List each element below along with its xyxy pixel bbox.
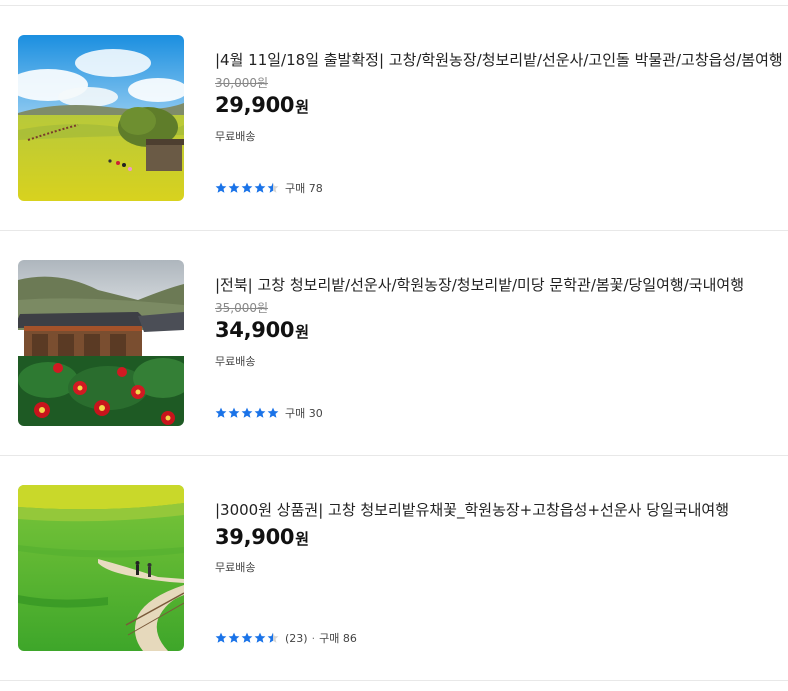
star-icon	[241, 182, 253, 193]
star-icon	[228, 407, 240, 418]
sale-price: 34,900원	[215, 317, 309, 345]
original-price: 30,000원	[215, 76, 269, 90]
shipping-label: 무료배송	[215, 130, 256, 143]
price-value: 39,900	[215, 525, 295, 549]
product-card-2[interactable]: |전북| 고창 청보리밭/선운사/학원농장/청보리밭/미당 문학관/봄꽃/당일여…	[0, 231, 788, 456]
star-icon	[215, 407, 227, 418]
purchase-count: 구매 30	[285, 407, 323, 420]
star-icon	[215, 182, 227, 193]
star-icon	[267, 632, 279, 643]
shipping-label: 무료배송	[215, 561, 256, 574]
rating-row: 구매 30	[215, 406, 323, 420]
product-title[interactable]: |4월 11일/18일 출발확정| 고창/학원농장/청보리밭/선운사/고인돌 박…	[215, 50, 788, 70]
star-icon	[254, 632, 266, 643]
product-thumbnail[interactable]	[18, 260, 184, 426]
star-icon	[254, 182, 266, 193]
star-icon	[228, 182, 240, 193]
star-rating	[215, 632, 279, 644]
price-unit: 원	[295, 98, 310, 116]
rating-row: 구매 78	[215, 181, 323, 195]
canola-field-hill-image	[18, 35, 184, 201]
product-thumbnail[interactable]	[18, 485, 184, 651]
original-price: 35,000원	[215, 301, 269, 315]
star-icon	[254, 407, 266, 418]
star-icon	[215, 632, 227, 643]
product-title[interactable]: |3000원 상품권| 고창 청보리밭유채꽃_학원농장+고창읍성+선운사 당일국…	[215, 500, 788, 520]
price-unit: 원	[295, 530, 310, 548]
product-title[interactable]: |전북| 고창 청보리밭/선운사/학원농장/청보리밭/미당 문학관/봄꽃/당일여…	[215, 275, 788, 295]
star-icon	[241, 632, 253, 643]
purchase-count: 구매 86	[319, 632, 357, 645]
purchase-count: 구매 78	[285, 182, 323, 195]
price-value: 29,900	[215, 93, 295, 117]
separator: ·	[311, 631, 316, 645]
star-icon	[228, 632, 240, 643]
sale-price: 39,900원	[215, 524, 309, 552]
star-rating	[215, 407, 279, 419]
product-card-3[interactable]: |3000원 상품권| 고창 청보리밭유채꽃_학원농장+고창읍성+선운사 당일국…	[0, 456, 788, 681]
product-card-1[interactable]: |4월 11일/18일 출발확정| 고창/학원농장/청보리밭/선운사/고인돌 박…	[0, 6, 788, 231]
price-value: 34,900	[215, 318, 295, 342]
star-icon	[267, 407, 279, 418]
sale-price: 29,900원	[215, 92, 309, 120]
star-rating	[215, 182, 279, 194]
green-barley-field-image	[18, 485, 184, 651]
review-count[interactable]: (23)	[285, 632, 308, 645]
divider	[0, 680, 788, 681]
temple-camellia-image	[18, 260, 184, 426]
price-unit: 원	[295, 323, 310, 341]
star-icon	[241, 407, 253, 418]
rating-row: (23) · 구매 86	[215, 631, 357, 645]
product-thumbnail[interactable]	[18, 35, 184, 201]
shipping-label: 무료배송	[215, 355, 256, 368]
star-icon	[267, 182, 279, 193]
